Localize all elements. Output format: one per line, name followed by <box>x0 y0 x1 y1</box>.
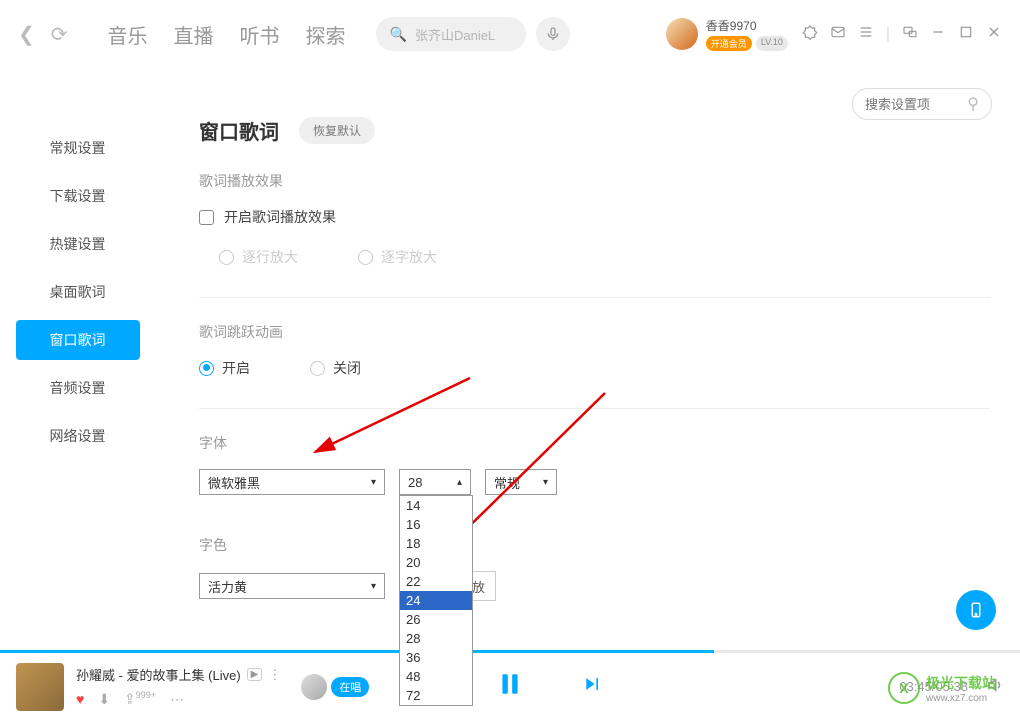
divider <box>199 297 990 298</box>
reset-button[interactable]: 恢复默认 <box>299 117 375 144</box>
nav-tab-live[interactable]: 直播 <box>174 20 214 49</box>
remote-phone-button[interactable] <box>956 590 996 630</box>
nav-tab-audiobook[interactable]: 听书 <box>240 20 280 49</box>
chevron-down-icon: ▾ <box>371 581 376 592</box>
section-jump: 歌词跳跃动画 <box>199 322 990 342</box>
size-option[interactable]: 22 <box>400 572 472 591</box>
font-family-select[interactable]: 微软雅黑▾ <box>199 469 385 495</box>
size-option[interactable]: 28 <box>400 629 472 648</box>
chevron-down-icon: ▾ <box>543 477 548 488</box>
font-color-select[interactable]: 活力黄▾ <box>199 573 385 599</box>
size-option[interactable]: 26 <box>400 610 472 629</box>
divider <box>199 408 990 409</box>
maximize-icon[interactable] <box>958 24 974 45</box>
search-input[interactable]: 🔍 张齐山DanieL <box>376 17 526 51</box>
search-placeholder: 张齐山DanieL <box>415 25 495 44</box>
radio-char-zoom: 逐字放大 <box>358 247 437 267</box>
minimize-icon[interactable] <box>930 24 946 45</box>
section-effect: 歌词播放效果 <box>199 171 990 191</box>
sidebar-item-network[interactable]: 网络设置 <box>16 416 140 456</box>
theme-icon[interactable] <box>802 24 818 45</box>
voice-search-button[interactable] <box>536 17 570 51</box>
size-option[interactable]: 48 <box>400 667 472 686</box>
vip-badge[interactable]: 开通会员 <box>706 36 752 51</box>
radio-jump-on[interactable]: 开启 <box>199 358 250 378</box>
nav-tab-explore[interactable]: 探索 <box>306 20 346 49</box>
username[interactable]: 香香9970 <box>706 17 788 34</box>
player-bar: 孙耀威 - 爱的故事上集 (Live) ▶ ⋮ ♥ ⬇ ⇪999+ ⋯ 在唱 <box>0 650 1020 720</box>
nav-refresh-icon[interactable]: ⟳ <box>51 22 68 47</box>
size-option[interactable]: 72 <box>400 686 472 705</box>
mv-badge[interactable]: ▶ <box>247 668 263 681</box>
level-badge: LV.10 <box>756 36 788 51</box>
album-art[interactable] <box>16 663 64 711</box>
panel-title: 窗口歌词 <box>199 116 279 145</box>
avatar[interactable] <box>666 18 698 50</box>
size-option-selected[interactable]: 24 <box>400 591 472 610</box>
search-icon: 🔍 <box>390 26 407 43</box>
chevron-down-icon: ▾ <box>371 477 376 488</box>
sidebar-item-download[interactable]: 下载设置 <box>16 176 140 216</box>
live-badge[interactable]: 在唱 <box>331 677 369 697</box>
singer-avatar[interactable] <box>301 674 327 700</box>
settings-search-input[interactable] <box>865 97 955 112</box>
sidebar-item-general[interactable]: 常规设置 <box>16 128 140 168</box>
nav-tab-music[interactable]: 音乐 <box>108 20 148 49</box>
mail-icon[interactable] <box>830 24 846 45</box>
font-size-dropdown[interactable]: 14 16 18 20 22 24 26 28 36 48 72 <box>399 495 473 706</box>
sidebar-item-audio[interactable]: 音频设置 <box>16 368 140 408</box>
section-font: 字体 <box>199 433 990 453</box>
next-button[interactable] <box>583 674 603 699</box>
settings-search[interactable]: ⚲ <box>852 88 992 120</box>
nav-back-icon[interactable]: ❮ <box>18 22 35 47</box>
radio-jump-off[interactable]: 关闭 <box>310 358 361 378</box>
like-button[interactable]: ♥ <box>76 691 84 707</box>
search-icon: ⚲ <box>967 94 979 114</box>
radio-line-zoom: 逐行放大 <box>219 247 298 267</box>
chevron-up-icon: ▴ <box>457 477 462 488</box>
sidebar-item-desktop-lyrics[interactable]: 桌面歌词 <box>16 272 140 312</box>
size-option[interactable]: 36 <box>400 648 472 667</box>
effect-checkbox-label: 开启歌词播放效果 <box>224 207 336 227</box>
track-title[interactable]: 孙耀威 - 爱的故事上集 (Live) <box>76 665 241 684</box>
size-option[interactable]: 18 <box>400 534 472 553</box>
pause-button[interactable] <box>497 671 523 702</box>
size-option[interactable]: 16 <box>400 515 472 534</box>
progress-bar[interactable] <box>0 650 1020 653</box>
download-button[interactable]: ⬇ <box>98 691 110 708</box>
close-icon[interactable] <box>986 24 1002 45</box>
settings-sidebar: 常规设置 下载设置 热键设置 桌面歌词 窗口歌词 音频设置 网络设置 <box>0 88 155 601</box>
size-option[interactable]: 14 <box>400 496 472 515</box>
share-button[interactable]: ⇪999+ <box>124 690 156 708</box>
main-nav: 音乐 直播 听书 探索 <box>108 20 346 49</box>
size-option[interactable]: 20 <box>400 553 472 572</box>
watermark: X 极光下载站 www.xz7.com <box>888 672 996 704</box>
sidebar-item-window-lyrics[interactable]: 窗口歌词 <box>16 320 140 360</box>
font-weight-select[interactable]: 常规▾ <box>485 469 557 495</box>
menu-icon[interactable] <box>858 24 874 45</box>
more-button[interactable]: ⋯ <box>170 691 184 708</box>
sidebar-item-hotkey[interactable]: 热键设置 <box>16 224 140 264</box>
mini-mode-icon[interactable] <box>902 24 918 45</box>
effect-checkbox[interactable] <box>199 210 214 225</box>
divider: | <box>886 25 890 43</box>
more-icon[interactable]: ⋮ <box>268 667 281 683</box>
section-color: 字色 <box>199 535 990 555</box>
font-size-select[interactable]: 28▴ 14 16 18 20 22 24 26 28 36 48 72 <box>399 469 471 495</box>
